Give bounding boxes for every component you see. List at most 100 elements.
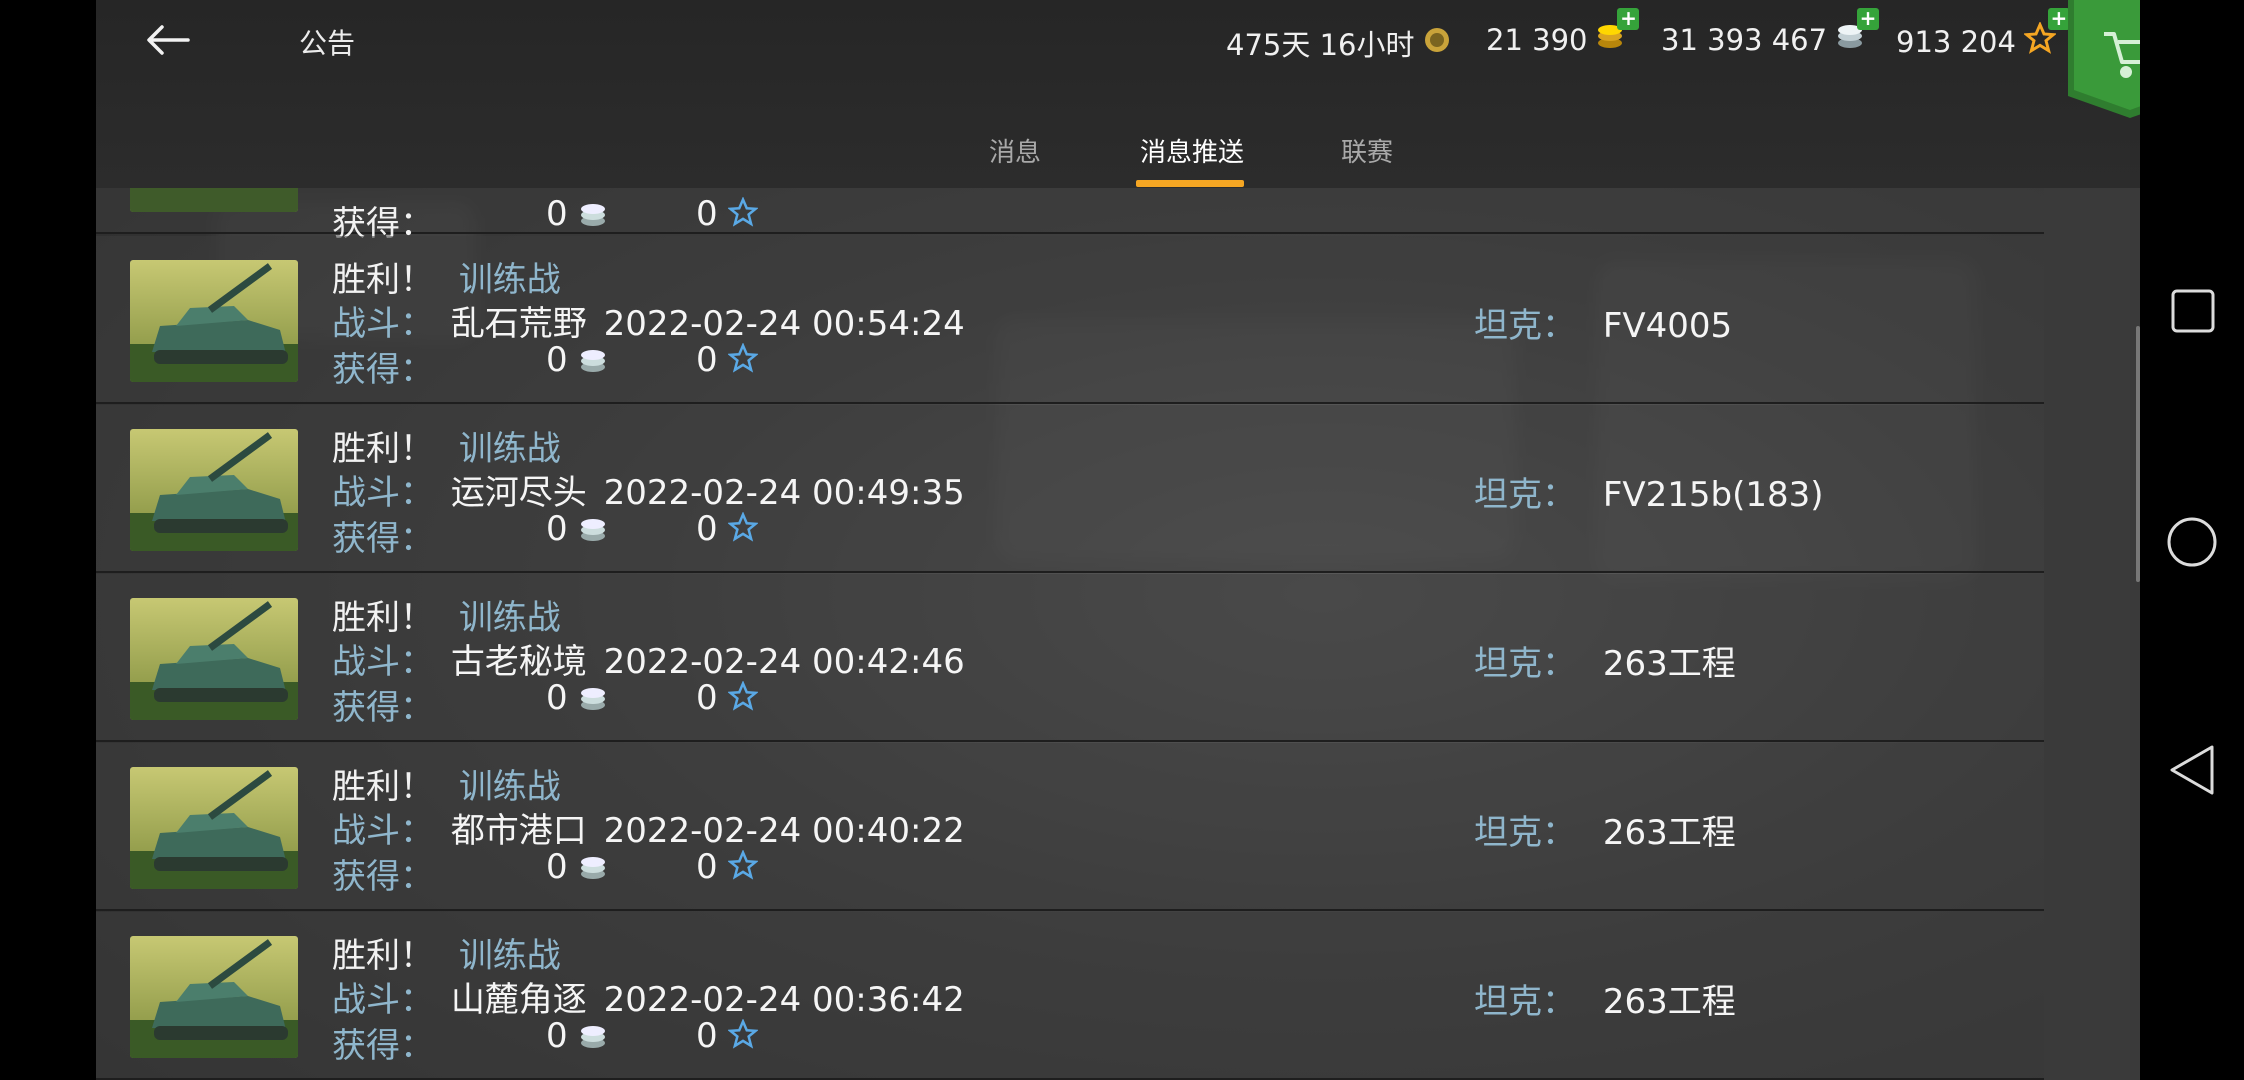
list-item[interactable]: 胜利！ 训练战 战斗： 都市港口 2022-02-24 00:40:22 获得：… (96, 743, 2140, 911)
list-item[interactable]: 胜利！ 训练战 战斗： 山麓角逐 2022-02-24 00:36:42 获得：… (96, 912, 2140, 1080)
tank-thumbnail (130, 936, 298, 1058)
battle-label: 战斗： (332, 980, 434, 1020)
scrollbar[interactable] (2136, 326, 2140, 582)
star-icon (727, 1017, 760, 1058)
star-icon (727, 510, 760, 551)
top-bar: 公告 475天 16小时 21 390 + 31 393 467 + 913 2… (96, 0, 2140, 188)
battle-time: 2022-02-24 00:42:46 (603, 642, 965, 682)
silver-coin-icon (578, 196, 608, 236)
earned-xp-value: 0 (696, 847, 718, 887)
battle-time: 2022-02-24 00:54:24 (603, 304, 965, 344)
earned-label: 获得： (332, 350, 434, 390)
earned-silver-value: 0 (546, 194, 568, 234)
battle-result: 胜利！ (332, 598, 434, 638)
list-item[interactable]: 胜利！ 训练战 战斗： 乱石荒野 2022-02-24 00:54:24 获得：… (96, 236, 2140, 404)
earned-label: 获得： (332, 519, 434, 559)
battle-result: 胜利！ (332, 260, 434, 300)
tank-label: 坦克： (1474, 982, 1576, 1022)
tab-messages[interactable]: 消息 (989, 132, 1041, 169)
notification-list[interactable]: 获得： 0 0 胜利！ 训练战 战斗： 乱石荒野 2022-02-24 00:5… (96, 66, 2140, 1080)
active-tab-indicator (1136, 180, 1244, 187)
page-title: 公告 (299, 27, 356, 60)
earned-xp-value: 0 (696, 194, 718, 234)
battle-mode: 训练战 (458, 429, 561, 469)
tank-thumbnail (130, 767, 298, 889)
tab-push-messages[interactable]: 消息推送 (1140, 132, 1244, 169)
earned-xp-value: 0 (696, 340, 718, 380)
list-item[interactable]: 胜利！ 训练战 战斗： 古老秘境 2022-02-24 00:42:46 获得：… (96, 574, 2140, 742)
tank-name: FV215b(183) (1602, 475, 1824, 515)
map-name: 运河尽头 (450, 473, 587, 513)
earned-silver-value: 0 (546, 678, 568, 718)
silver-coin-icon (578, 342, 608, 382)
home-button[interactable] (2166, 516, 2218, 572)
silver-balance[interactable]: 31 393 467 + (1661, 8, 1880, 57)
battle-label: 战斗： (332, 642, 434, 682)
tank-label: 坦克： (1474, 644, 1576, 684)
tank-thumbnail (130, 260, 298, 382)
tank-name: 263工程 (1602, 813, 1736, 853)
earned-xp-value: 0 (696, 509, 718, 549)
tank-label: 坦克： (1474, 475, 1576, 515)
system-back-button[interactable] (2168, 744, 2216, 800)
recent-apps-button[interactable] (2170, 288, 2216, 338)
free-xp-value: 913 204 (1896, 24, 2016, 59)
battle-time: 2022-02-24 00:49:35 (603, 473, 965, 513)
earned-silver-value: 0 (546, 340, 568, 380)
add-silver-icon[interactable]: + (1857, 8, 1880, 30)
tank-name: 263工程 (1602, 644, 1736, 684)
earned-silver-value: 0 (546, 847, 568, 887)
star-icon (727, 341, 760, 382)
earned-xp-value: 0 (696, 678, 718, 718)
star-icon (727, 679, 760, 720)
silver-coin-icon: + (1835, 8, 1880, 57)
tank-name: 263工程 (1602, 982, 1736, 1022)
add-xp-icon[interactable]: + (2047, 8, 2070, 30)
silver-balance-value: 31 393 467 (1661, 22, 1828, 57)
battle-result: 胜利！ (332, 429, 434, 469)
arrow-left-icon (146, 24, 190, 60)
square-icon (2170, 289, 2216, 338)
battle-result: 胜利！ (332, 936, 434, 976)
map-name: 古老秘境 (450, 642, 587, 682)
add-gold-icon[interactable]: + (1617, 8, 1640, 30)
earned-label: 获得： (332, 857, 434, 897)
battle-label: 战斗： (332, 811, 434, 851)
earned-silver-value: 0 (546, 509, 568, 549)
earned-label: 获得： (332, 1026, 434, 1066)
shop-button[interactable] (2068, 0, 2140, 118)
premium-time[interactable]: 475天 16小时 (1226, 22, 1452, 64)
premium-medal-icon (1422, 25, 1452, 62)
battle-time: 2022-02-24 00:40:22 (603, 811, 965, 851)
map-name: 山麓角逐 (450, 980, 587, 1020)
gold-coin-icon: + (1595, 8, 1640, 57)
free-xp-balance[interactable]: 913 204 + (1896, 8, 2070, 61)
circle-icon (2166, 517, 2218, 572)
back-button[interactable] (140, 18, 196, 66)
tank-thumbnail (130, 429, 298, 551)
battle-label: 战斗： (332, 473, 434, 513)
earned-xp-value: 0 (696, 1016, 718, 1056)
earned-silver-value: 0 (546, 1016, 568, 1056)
star-icon (727, 195, 760, 236)
earned-label: 获得： (332, 688, 434, 728)
silver-coin-icon (578, 511, 608, 551)
list-item[interactable]: 胜利！ 训练战 战斗： 运河尽头 2022-02-24 00:49:35 获得：… (96, 405, 2140, 573)
tank-thumbnail (130, 598, 298, 720)
silver-coin-icon (578, 1018, 608, 1058)
silver-coin-icon (578, 849, 608, 889)
gold-balance[interactable]: 21 390 + (1486, 8, 1640, 57)
tank-name: FV4005 (1602, 306, 1733, 346)
premium-time-value: 475天 16小时 (1226, 28, 1415, 62)
star-icon (727, 848, 760, 889)
battle-mode: 训练战 (458, 936, 561, 976)
star-xp-icon: + (2022, 8, 2070, 61)
battle-mode: 训练战 (458, 767, 561, 807)
map-name: 乱石荒野 (450, 304, 587, 344)
triangle-back-icon (2168, 745, 2216, 800)
map-name: 都市港口 (450, 811, 587, 851)
gold-balance-value: 21 390 (1486, 22, 1588, 57)
battle-label: 战斗： (332, 304, 434, 344)
battle-mode: 训练战 (458, 598, 561, 638)
tab-league[interactable]: 联赛 (1341, 132, 1393, 169)
